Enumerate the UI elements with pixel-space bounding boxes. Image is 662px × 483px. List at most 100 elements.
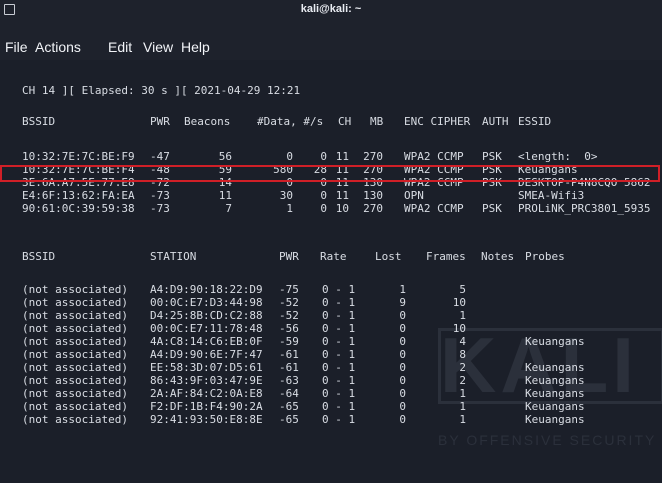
status-line: CH 14 ][ Elapsed: 30 s ][ 2021-04-29 12:… <box>22 84 301 97</box>
station-col-header: Rate <box>320 250 347 263</box>
title-bar: kali@kali: ~ <box>0 0 662 20</box>
ap-cell: -73 <box>150 189 170 202</box>
station-cell: 92:41:93:50:E8:8E <box>150 413 263 426</box>
station-cell: A4:D9:90:6E:7F:47 <box>150 348 263 361</box>
ap-cell: 7 <box>225 202 232 215</box>
kali-watermark-tagline: BY OFFENSIVE SECURITY <box>438 432 657 448</box>
station-cell: (not associated) <box>22 374 128 387</box>
ap-cell: <length: 0> <box>518 150 598 163</box>
station-cell: 8 <box>459 348 466 361</box>
ap-cell: PROLiNK_PRC3801_5935 <box>518 202 651 215</box>
station-cell: -75 <box>279 283 299 296</box>
station-cell: 1 <box>399 283 406 296</box>
station-cell: 1 <box>459 309 466 322</box>
station-cell: -52 <box>279 296 299 309</box>
ap-cell: WPA2 CCMP <box>404 202 464 215</box>
station-cell: 0 <box>399 413 406 426</box>
station-cell: -56 <box>279 322 299 335</box>
station-cell: 1 <box>459 387 466 400</box>
station-col-header: Notes <box>481 250 515 263</box>
station-cell: 4A:C8:14:C6:EB:0F <box>150 335 263 348</box>
ap-cell: PSK <box>482 150 502 163</box>
ap-col-header: ENC CIPHER <box>404 115 471 128</box>
station-cell: 10 <box>452 322 466 335</box>
station-cell: 2 <box>459 374 466 387</box>
station-cell: (not associated) <box>22 309 128 322</box>
station-cell: 9 <box>399 296 406 309</box>
station-cell: 1 <box>459 400 466 413</box>
ap-col-header: CH <box>338 115 352 128</box>
menu-actions[interactable]: Actions <box>35 39 81 55</box>
station-cell: (not associated) <box>22 361 128 374</box>
highlight-box <box>0 165 660 182</box>
station-cell: 0 <box>399 309 406 322</box>
ap-col-header: MB <box>370 115 384 128</box>
station-cell: (not associated) <box>22 387 128 400</box>
station-cell: (not associated) <box>22 322 128 335</box>
ap-cell: 10:32:7E:7C:BE:F9 <box>22 150 135 163</box>
ap-cell: SMEA-Wifi3 <box>518 189 585 202</box>
terminal-window: kali@kali: ~ File Actions Edit View Help… <box>0 0 662 483</box>
station-cell: -65 <box>279 400 299 413</box>
station-cell: -59 <box>279 335 299 348</box>
station-cell: Keuangans <box>525 374 585 387</box>
station-cell: -63 <box>279 374 299 387</box>
station-cell: -65 <box>279 413 299 426</box>
station-col-header: STATION <box>150 250 197 263</box>
station-cell: 0 <box>399 374 406 387</box>
station-cell: 5 <box>459 283 466 296</box>
station-cell: Keuangans <box>525 361 585 374</box>
ap-cell: 270 <box>363 202 383 215</box>
ap-col-header: ESSID <box>518 115 552 128</box>
station-cell: Keuangans <box>525 387 585 400</box>
terminal-output[interactable]: KALI BY OFFENSIVE SECURITY CH 14 ][ Elap… <box>0 60 662 483</box>
station-cell: 0 <box>399 348 406 361</box>
ap-cell: 90:61:0C:39:59:38 <box>22 202 135 215</box>
station-cell: 0 <box>399 387 406 400</box>
station-cell: (not associated) <box>22 335 128 348</box>
station-cell: A4:D9:90:18:22:D9 <box>150 283 263 296</box>
menu-file[interactable]: File <box>5 39 28 55</box>
menu-view[interactable]: View <box>143 39 173 55</box>
station-col-header: PWR <box>279 250 299 263</box>
ap-cell: 270 <box>363 150 383 163</box>
station-col-header: BSSID <box>22 250 56 263</box>
ap-cell: E4:6F:13:62:FA:EA <box>22 189 135 202</box>
ap-col-header: #Data, #/s <box>257 115 324 128</box>
station-cell: 0 <box>399 400 406 413</box>
station-cell: 00:0C:E7:11:78:48 <box>150 322 263 335</box>
ap-col-header: AUTH <box>482 115 509 128</box>
station-cell: Keuangans <box>525 335 585 348</box>
station-cell: 4 <box>459 335 466 348</box>
ap-cell: 130 <box>363 189 383 202</box>
station-cell: 10 <box>452 296 466 309</box>
station-cell: 1 <box>459 413 466 426</box>
station-col-header: Frames <box>426 250 466 263</box>
station-cell: D4:25:8B:CD:C2:88 <box>150 309 263 322</box>
station-cell: -52 <box>279 309 299 322</box>
station-cell: 00:0C:E7:D3:44:98 <box>150 296 263 309</box>
station-cell: (not associated) <box>22 413 128 426</box>
menu-help[interactable]: Help <box>181 39 210 55</box>
station-cell: -61 <box>279 348 299 361</box>
station-cell: Keuangans <box>525 400 585 413</box>
menu-edit[interactable]: Edit <box>108 39 132 55</box>
ap-col-header: Beacons <box>184 115 231 128</box>
station-cell: 2A:AF:84:C2:0A:E8 <box>150 387 263 400</box>
ap-cell: WPA2 CCMP <box>404 150 464 163</box>
station-cell: (not associated) <box>22 283 128 296</box>
ap-cell: 11 <box>218 189 232 202</box>
ap-col-header: PWR <box>150 115 170 128</box>
station-cell: -61 <box>279 361 299 374</box>
station-cell: 0 <box>399 335 406 348</box>
ap-cell: OPN <box>404 189 424 202</box>
station-cell: Keuangans <box>525 413 585 426</box>
station-cell: 86:43:9F:03:47:9E <box>150 374 263 387</box>
ap-cell: PSK <box>482 202 502 215</box>
station-cell: (not associated) <box>22 400 128 413</box>
station-cell: 0 <box>399 361 406 374</box>
ap-cell: 56 <box>218 150 232 163</box>
station-cell: EE:58:3D:07:D5:61 <box>150 361 263 374</box>
station-cell: F2:DF:1B:F4:90:2A <box>150 400 263 413</box>
station-col-header: Probes <box>525 250 565 263</box>
